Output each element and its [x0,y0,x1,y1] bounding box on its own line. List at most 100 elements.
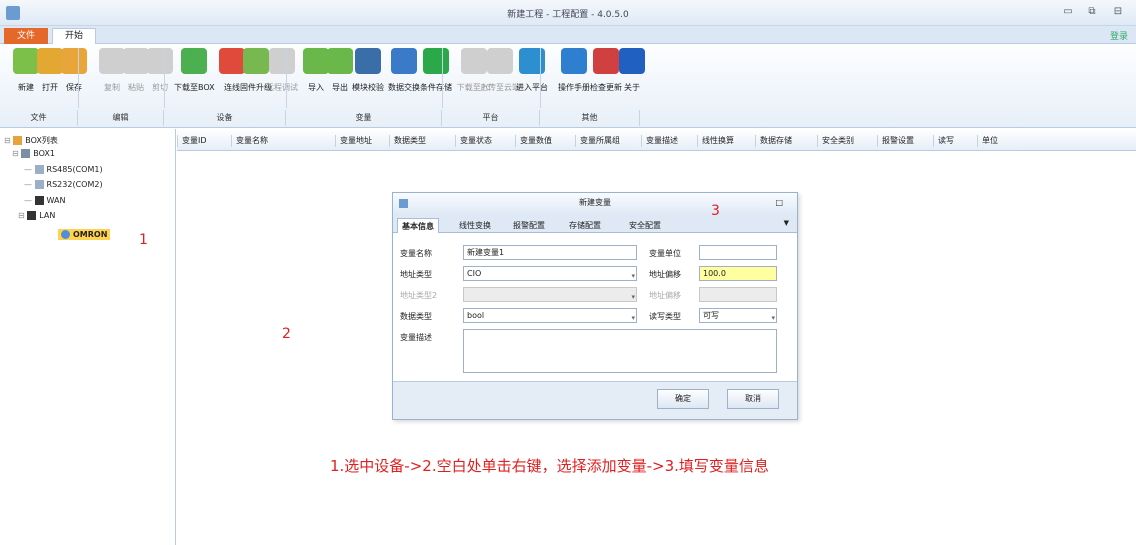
tree-rs232[interactable]: — RS232(COM2) [24,180,103,189]
group-separator [164,48,165,108]
tab-home[interactable]: 开始 [52,28,96,45]
address-type-select[interactable]: CIO ▾ [463,266,637,281]
column-header[interactable]: 安全类别 [817,135,875,147]
column-header[interactable]: 报警设置 [877,135,939,147]
condition-storage-icon [423,48,449,74]
dialog-tab[interactable]: 报警配置 [513,218,545,233]
ribbon-button-2[interactable]: 保存 [54,48,94,93]
ribbon-button-label: 模块校验 [352,83,384,92]
addr-type2-label: 地址类型2 [400,291,438,300]
dialog-maximize-button[interactable]: □ [775,193,783,213]
column-header[interactable]: 变量描述 [641,135,699,147]
column-header[interactable]: 变量数值 [515,135,575,147]
name-label: 变量名称 [400,249,432,258]
ribbon-button-14[interactable]: 条件存储 [416,48,456,93]
tab-overflow-icon[interactable]: ▼ [784,219,789,227]
restore-button[interactable]: ⧉ [1084,5,1100,19]
cancel-button[interactable]: 取消 [727,389,779,409]
group-separator [78,48,79,108]
network-icon [27,211,37,220]
ribbon-group-label: 平台 [442,110,540,126]
chevron-down-icon: ▾ [631,272,635,280]
tree-device[interactable]: ⊟ BOX1 [12,149,55,158]
tree-lan[interactable]: ⊟ LAN [18,211,55,220]
column-header[interactable]: 读写 [933,135,977,147]
tree-plc-omron[interactable]: OMRON [58,229,111,240]
dialog-app-icon [399,199,408,208]
annotation-2: 2 [282,326,291,342]
info-icon [619,48,645,74]
column-header[interactable]: 单位 [977,135,1037,147]
module-check-icon [355,48,381,74]
dialog-tab[interactable]: 基本信息 [397,218,439,233]
instruction-text: 1.选中设备->2.空白处单击右键，选择添加变量->3.填写变量信息 [330,457,769,475]
plc-icon [61,230,70,239]
dialog-tab[interactable]: 安全配置 [629,218,661,233]
tree-wan[interactable]: — WAN [24,196,65,205]
tree-root[interactable]: ⊟ BOX列表 [4,135,58,146]
unit-label: 变量单位 [649,249,681,258]
help-icon [561,48,587,74]
annotation-3: 3 [711,203,720,219]
new-variable-dialog: 新建变量 □ ▼ 基本信息 线性变换 报警配置 存储配置 安全配置 变量名称 新建变量1… [392,192,798,420]
column-header[interactable]: 变量状态 [455,135,515,147]
address-offset-field[interactable]: 100.0 [699,266,777,281]
title-bar: 新建工程 - 工程配置 - 4.0.5.0 ▭ ⧉ ⊟ [0,0,1136,26]
dialog-tab[interactable]: 存储配置 [569,218,601,233]
ribbon-button-17[interactable]: 进入平台 [512,48,552,93]
tab-file[interactable]: 文件 [4,28,48,44]
ribbon-button-6[interactable]: 下载至BOX [174,48,215,93]
unit-field[interactable] [699,245,777,260]
data-type-select[interactable]: bool ▾ [463,308,637,323]
dialog-tab[interactable]: 线性变换 [459,218,491,233]
group-separator [442,48,443,108]
globe-icon [519,48,545,74]
upload-cloud-icon [487,48,513,74]
tree-rs485[interactable]: — RS485(COM1) [24,165,103,174]
column-header[interactable]: 数据类型 [389,135,449,147]
ok-button[interactable]: 确定 [657,389,709,409]
ribbon-button-12[interactable]: 模块校验 [348,48,388,93]
column-header[interactable]: 变量地址 [335,135,395,147]
close-button[interactable]: ⊟ [1110,5,1126,19]
group-separator [540,48,541,108]
variable-table-header: 变量ID 变量名称 变量地址 数据类型 变量状态 变量数值 变量所属组 变量描述 线性换算 数据存… [177,129,1136,151]
box-tree: ⊟ BOX列表 ⊟ BOX1 — RS485(COM1) — RS232(COM… [0,129,176,545]
dialog-tabs: ▼ 基本信息 线性变换 报警配置 存储配置 安全配置 [393,215,797,233]
ribbon: 新建 打开 保存 复制 粘贴 剪切 下载至BOX 连线 固件升级 远程调试 导入 导出 模块校验 数据交换… [0,44,1136,128]
ribbon-button-label: 进入平台 [516,83,548,92]
window-title: 新建工程 - 工程配置 - 4.0.5.0 [507,10,629,20]
column-header[interactable]: 线性换算 [697,135,755,147]
description-textarea[interactable] [463,329,777,373]
network-icon [34,196,44,205]
device-icon [21,149,31,158]
data-exchange-icon [391,48,417,74]
download-arrow-icon [181,48,207,74]
data-type-label: 数据类型 [400,312,432,321]
rw-label: 读写类型 [649,312,681,321]
ribbon-group-label: 编辑 [78,110,164,126]
chevron-down-icon: ▾ [631,293,635,301]
ribbon-button-label: 下载至BOX [174,83,215,92]
ribbon-button-label: 条件存储 [420,83,452,92]
ribbon-group-label: 设备 [164,110,286,126]
minimize-button[interactable]: ▭ [1060,5,1076,19]
chevron-down-icon: ▾ [771,314,775,322]
column-header[interactable]: 变量所属组 [575,135,645,147]
variable-name-field[interactable]: 新建变量1 [463,245,637,260]
column-header[interactable]: 变量ID [177,135,231,147]
column-header[interactable]: 变量名称 [231,135,331,147]
cut-icon [147,48,173,74]
offset-label: 地址偏移 [649,270,681,279]
ribbon-button-20[interactable]: 关于 [612,48,652,93]
desc-label: 变量描述 [400,333,432,342]
dialog-body: 变量名称 新建变量1 变量单位 地址类型 CIO ▾ 地址偏移 100.0 地址类… [393,233,797,381]
ribbon-button-label: 保存 [66,83,82,92]
column-header[interactable]: 数据存储 [755,135,813,147]
port-icon [34,180,44,189]
chevron-down-icon: ▾ [631,314,635,322]
rw-type-select[interactable]: 可写 ▾ [699,308,777,323]
address-type2-select: ▾ [463,287,637,302]
login-link[interactable]: 登录 [1110,29,1128,42]
save-icon [61,48,87,74]
